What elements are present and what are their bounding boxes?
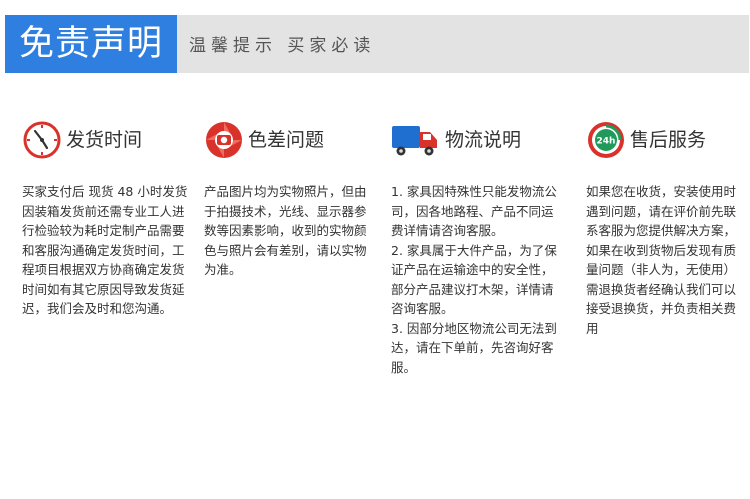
camera-lens-icon	[206, 122, 242, 158]
paragraph: 产品图片均为实物照片，但由于拍摄技术，光线、显示器参数等因素影响，收到的实物颜色…	[204, 184, 367, 277]
section-body: 产品图片均为实物照片，但由于拍摄技术，光线、显示器参数等因素影响，收到的实物颜色…	[204, 182, 374, 280]
clock-icon	[23, 121, 61, 159]
section-after-sales: 24h 售后服务 如果您在收货，安装使用时遇到问题，请在评价前先联系客服为您提供…	[586, 120, 746, 338]
section-delivery-time: 发货时间 买家支付后 现货 48 小时发货 因装箱发货前还需专业工人进行检验较为…	[22, 120, 194, 319]
paragraph: 2. 家具属于大件产品，为了保证产品在运输途中的安全性，部分产品建议打木架，详情…	[391, 242, 557, 317]
paragraph: 如果您在收货，安装使用时遇到问题，请在评价前先联系客服为您提供解决方案，如果在收…	[586, 184, 737, 336]
section-body: 如果您在收货，安装使用时遇到问题，请在评价前先联系客服为您提供解决方案，如果在收…	[586, 182, 746, 338]
truck-icon	[392, 126, 437, 156]
section-body: 买家支付后 现货 48 小时发货 因装箱发货前还需专业工人进行检验较为耗时定制产…	[22, 182, 194, 319]
section-title: 售后服务	[630, 129, 707, 151]
section-color-difference: 色差问题 产品图片均为实物照片，但由于拍摄技术，光线、显示器参数等因素影响，收到…	[204, 120, 374, 280]
section-title: 发货时间	[66, 129, 143, 151]
section-title: 色差问题	[248, 129, 325, 151]
page-title: 免责声明	[5, 15, 177, 73]
section-title: 物流说明	[445, 129, 522, 151]
paragraph: 3. 因部分地区物流公司无法到达，请在下单前，先咨询好客服。	[391, 320, 557, 375]
badge-text: 24h	[597, 137, 616, 147]
page-subtitle: 温馨提示 买家必读	[189, 36, 376, 56]
paragraph: 买家支付后 现货 48 小时发货 因装箱发货前还需专业工人进行检验较为耗时定制产…	[22, 184, 188, 316]
section-logistics: 物流说明 1. 家具因特殊性只能发物流公司，因各地路程、产品不同运费详情请咨询客…	[391, 120, 563, 377]
section-body: 1. 家具因特殊性只能发物流公司，因各地路程、产品不同运费详情请咨询客服。 2.…	[391, 182, 563, 377]
paragraph: 1. 家具因特殊性只能发物流公司，因各地路程、产品不同运费详情请咨询客服。	[391, 184, 557, 238]
24h-service-icon: 24h	[588, 122, 624, 158]
